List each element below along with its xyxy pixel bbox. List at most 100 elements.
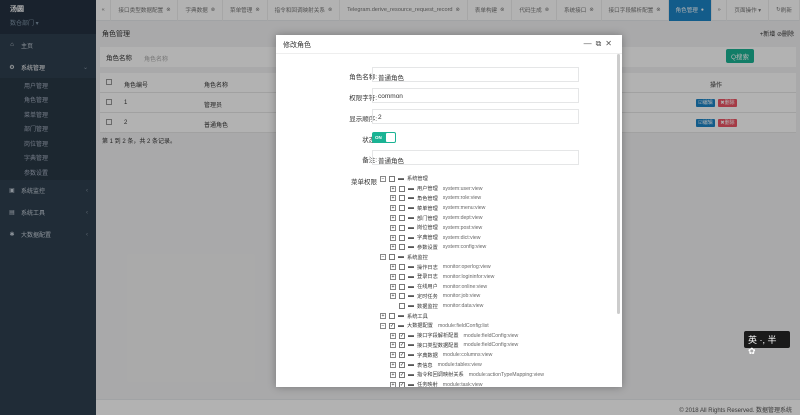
tree-checkbox[interactable] bbox=[399, 293, 405, 300]
tree-node-perm: module:task:view bbox=[442, 381, 483, 387]
tree-checkbox[interactable] bbox=[399, 273, 405, 280]
expand-icon[interactable]: + bbox=[390, 371, 396, 378]
folder-icon: ▬ bbox=[408, 205, 414, 212]
tree-checkbox[interactable] bbox=[389, 254, 395, 261]
tree-checkbox[interactable] bbox=[399, 244, 405, 251]
modal-scrollbar[interactable] bbox=[617, 54, 620, 314]
tree-checkbox[interactable] bbox=[389, 175, 395, 182]
tree-node-label[interactable]: 字典管理 bbox=[417, 234, 438, 241]
tree-node-label[interactable]: 任务映射 bbox=[417, 381, 438, 387]
tree-node: ▬ 数据监控 monitor:data:view bbox=[380, 301, 544, 311]
expand-icon[interactable]: + bbox=[390, 205, 396, 212]
expand-icon[interactable]: + bbox=[390, 244, 396, 251]
tree-node: + ▬ 字典管理 system:dict:view bbox=[380, 233, 544, 243]
tree-node-label[interactable]: 字典数据 bbox=[417, 352, 438, 359]
folder-icon: ▬ bbox=[398, 254, 404, 261]
collapse-icon[interactable]: − bbox=[380, 322, 386, 329]
tree-checkbox[interactable] bbox=[399, 195, 405, 202]
tree-checkbox[interactable] bbox=[399, 283, 405, 290]
folder-icon: ▬ bbox=[408, 362, 414, 369]
expand-icon[interactable]: + bbox=[390, 185, 396, 192]
tree-node: + ▬ 操作日志 monitor:operlog:view bbox=[380, 262, 544, 272]
tree-checkbox[interactable]: ✓ bbox=[399, 352, 405, 359]
folder-icon: ▬ bbox=[408, 244, 414, 251]
tree-node-perm: module:fieldConfig:view bbox=[463, 332, 519, 339]
expand-icon[interactable]: + bbox=[390, 381, 396, 387]
tree-checkbox[interactable] bbox=[399, 234, 405, 241]
sort-input[interactable]: 2 bbox=[372, 109, 579, 124]
collapse-icon[interactable]: − bbox=[380, 254, 386, 261]
tree-node-label[interactable]: 系统工具 bbox=[407, 313, 428, 320]
tree-node: + ✓ ▬ 任务映射 module:task:view bbox=[380, 380, 544, 387]
role-name-input[interactable]: 普通角色 bbox=[372, 67, 579, 82]
tree-node-perm: module:actionTypeMapping:view bbox=[468, 371, 544, 378]
tree-checkbox[interactable] bbox=[399, 205, 405, 212]
close-icon[interactable]: ✕ bbox=[605, 39, 616, 48]
expand-icon[interactable]: + bbox=[390, 362, 396, 369]
tree-checkbox[interactable] bbox=[399, 215, 405, 222]
expand-icon[interactable]: + bbox=[390, 283, 396, 290]
expand-icon[interactable]: + bbox=[390, 234, 396, 241]
tree-node-label[interactable]: 指令和回调映射关系 bbox=[417, 371, 464, 378]
tree-node-label[interactable]: 数据监控 bbox=[417, 303, 438, 310]
tree-checkbox[interactable] bbox=[389, 313, 395, 320]
minimize-icon[interactable]: — bbox=[584, 39, 596, 48]
expand-icon[interactable]: + bbox=[390, 195, 396, 202]
tree-node-label[interactable]: 菜单管理 bbox=[417, 205, 438, 212]
tree-checkbox[interactable]: ✓ bbox=[399, 371, 405, 378]
tree-checkbox[interactable] bbox=[399, 185, 405, 192]
tree-node-label[interactable]: 表信息 bbox=[417, 362, 433, 369]
tree-node: + ✓ ▬ 指令和回调映射关系 module:actionTypeMapping:vie… bbox=[380, 370, 544, 380]
folder-icon: ▬ bbox=[408, 303, 414, 310]
tree-checkbox[interactable] bbox=[399, 303, 405, 310]
modal-title: 修改角色 bbox=[283, 42, 311, 49]
expand-icon[interactable]: + bbox=[390, 264, 396, 271]
expand-icon[interactable]: + bbox=[390, 352, 396, 359]
expand-icon[interactable]: + bbox=[390, 224, 396, 231]
tree-checkbox[interactable]: ✓ bbox=[399, 342, 405, 349]
tree-node-label[interactable]: 参数设置 bbox=[417, 244, 438, 251]
role-key-input[interactable]: common bbox=[372, 88, 579, 103]
tree-node-perm: module:tables:view bbox=[437, 362, 482, 369]
tree-node-label[interactable]: 用户管理 bbox=[417, 185, 438, 192]
tree-node-perm: system:role:view bbox=[442, 195, 482, 202]
tree-node-label[interactable]: 系统监控 bbox=[407, 254, 428, 261]
tree-node-label[interactable]: 操作日志 bbox=[417, 264, 438, 271]
tree-node-perm: monitor:logininfor:view bbox=[442, 273, 495, 280]
expand-icon[interactable]: + bbox=[390, 273, 396, 280]
modal-header: 修改角色 —⧉✕ bbox=[276, 35, 622, 54]
tree-checkbox[interactable]: ✓ bbox=[389, 322, 395, 329]
expand-icon[interactable]: + bbox=[390, 293, 396, 300]
tree-node-label[interactable]: 岗位管理 bbox=[417, 224, 438, 231]
form-row-role-name: 角色名称: 普通角色 bbox=[276, 67, 622, 83]
expand-icon[interactable]: + bbox=[390, 215, 396, 222]
remark-input[interactable]: 普通角色 bbox=[372, 150, 579, 165]
tree-node: + ▬ 角色管理 system:role:view bbox=[380, 194, 544, 204]
tree-node-label[interactable]: 定时任务 bbox=[417, 293, 438, 300]
expand-icon[interactable]: + bbox=[390, 332, 396, 339]
tree-node-label[interactable]: 登录日志 bbox=[417, 273, 438, 280]
folder-icon: ▬ bbox=[408, 264, 414, 271]
tree-node-label[interactable]: 在线用户 bbox=[417, 283, 438, 290]
tree-node-label[interactable]: 接口字段解析配置 bbox=[417, 332, 459, 339]
tree-node-label[interactable]: 部门管理 bbox=[417, 215, 438, 222]
tree-node-label[interactable]: 角色管理 bbox=[417, 195, 438, 202]
folder-icon: ▬ bbox=[408, 224, 414, 231]
expand-icon[interactable]: + bbox=[380, 313, 386, 320]
folder-icon: ▬ bbox=[408, 234, 414, 241]
form-row-role-key: 权限字符: common bbox=[276, 88, 622, 104]
tree-node-label[interactable]: 接口类型数据配置 bbox=[417, 342, 459, 349]
folder-icon: ▬ bbox=[408, 342, 414, 349]
tree-node-label[interactable]: 大数据配置 bbox=[407, 322, 433, 329]
tree-checkbox[interactable] bbox=[399, 224, 405, 231]
tree-checkbox[interactable] bbox=[399, 264, 405, 271]
expand-icon[interactable]: + bbox=[390, 342, 396, 349]
tree-node-label[interactable]: 系统管理 bbox=[407, 175, 428, 182]
tree-checkbox[interactable]: ✓ bbox=[399, 362, 405, 369]
status-toggle[interactable]: ON bbox=[372, 132, 396, 143]
tree-checkbox[interactable]: ✓ bbox=[399, 381, 405, 387]
collapse-icon[interactable]: − bbox=[380, 175, 386, 182]
form-row-status: 状态: ON bbox=[276, 130, 622, 146]
maximize-icon[interactable]: ⧉ bbox=[596, 39, 606, 48]
tree-checkbox[interactable]: ✓ bbox=[399, 332, 405, 339]
